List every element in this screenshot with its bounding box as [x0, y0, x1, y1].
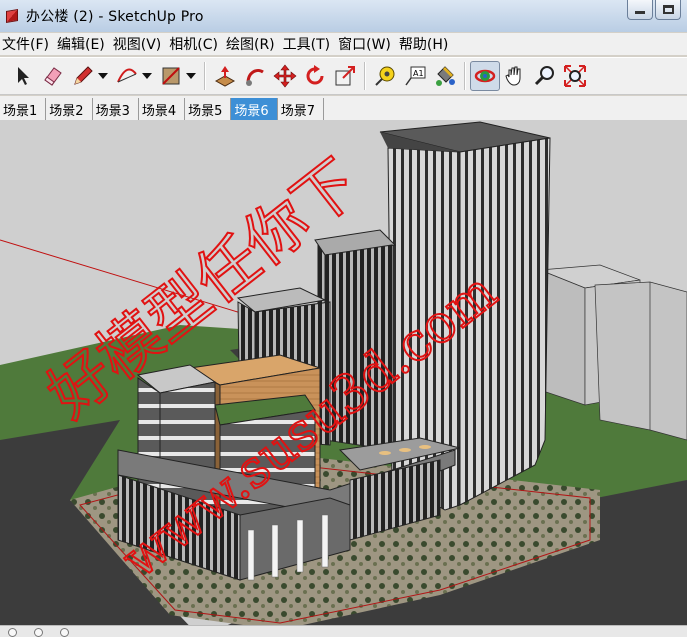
main-toolbar: A1	[0, 57, 687, 95]
scale-tool-button[interactable]	[330, 61, 360, 91]
line-tool-dropdown-icon[interactable]	[98, 73, 108, 79]
menu-view[interactable]: 视图(V)	[112, 34, 169, 54]
arc-tool-dropdown-icon[interactable]	[142, 73, 152, 79]
scale-icon	[335, 66, 355, 86]
title-bar: 办公楼 (2) - SketchUp Pro	[0, 0, 687, 32]
model-viewport[interactable]: 好模型任你下 www.susu3d.com	[0, 120, 687, 637]
zoom-extents-tool-button[interactable]	[560, 61, 590, 91]
tab-scene-4[interactable]: 场景4	[139, 98, 186, 120]
text-tool-button[interactable]: A1	[400, 61, 430, 91]
menu-camera[interactable]: 相机(C)	[168, 34, 225, 54]
pan-tool-button[interactable]	[500, 61, 530, 91]
menu-help[interactable]: 帮助(H)	[398, 34, 455, 54]
menu-file[interactable]: 文件(F)	[1, 34, 56, 54]
select-tool-button[interactable]	[8, 61, 38, 91]
tab-scene-7[interactable]: 场景7	[278, 98, 324, 120]
follow-me-icon	[246, 68, 264, 86]
maximize-icon	[662, 5, 674, 14]
credits-icon[interactable]	[34, 628, 43, 637]
orbit-icon	[474, 69, 496, 83]
paint-bucket-tool-button[interactable]	[430, 61, 460, 91]
eraser-icon	[44, 67, 62, 86]
tape-measure-icon	[375, 66, 395, 86]
rotate-tool-button[interactable]	[300, 61, 330, 91]
text-label-icon: A1	[405, 66, 426, 86]
geo-location-icon[interactable]	[8, 628, 17, 637]
menu-tools[interactable]: 工具(T)	[282, 34, 337, 54]
pan-hand-icon	[505, 66, 521, 86]
toolbar-separator	[364, 62, 366, 90]
menu-window[interactable]: 窗口(W)	[337, 34, 398, 54]
push-pull-icon	[214, 66, 236, 87]
arc-icon	[117, 68, 137, 83]
orbit-tool-button[interactable]	[470, 61, 500, 91]
sketchup-logo-icon	[4, 8, 20, 24]
tab-scene-2[interactable]: 场景2	[46, 98, 93, 120]
rectangle-tool-dropdown-icon[interactable]	[186, 73, 196, 79]
menu-bar: 文件(F) 编辑(E) 视图(V) 相机(C) 绘图(R) 工具(T) 窗口(W…	[0, 33, 687, 55]
eraser-tool-button[interactable]	[38, 61, 68, 91]
pencil-line-icon	[74, 66, 93, 85]
maximize-button[interactable]	[655, 0, 681, 20]
scene-tab-bar: 场景1 场景2 场景3 场景4 场景5 场景6 场景7	[0, 96, 687, 120]
tab-scene-3[interactable]: 场景3	[93, 98, 139, 120]
move-tool-button[interactable]	[270, 61, 300, 91]
zoom-icon	[534, 66, 554, 86]
rectangle-icon	[162, 67, 180, 85]
minimize-icon	[635, 11, 645, 14]
window-title: 办公楼 (2) - SketchUp Pro	[26, 9, 204, 25]
follow-me-tool-button[interactable]	[240, 61, 270, 91]
minimize-button[interactable]	[627, 0, 653, 20]
menu-draw[interactable]: 绘图(R)	[225, 34, 282, 54]
tape-measure-tool-button[interactable]	[370, 61, 400, 91]
tab-scene-1[interactable]: 场景1	[0, 98, 47, 120]
zoom-tool-button[interactable]	[530, 61, 560, 91]
sketchup-window: 办公楼 (2) - SketchUp Pro 文件(F) 编辑(E) 视图(V)…	[0, 0, 687, 637]
instructor-icon[interactable]	[60, 628, 69, 637]
arc-tool-button[interactable]	[112, 61, 142, 91]
tab-scene-5[interactable]: 场景5	[185, 98, 232, 120]
toolbar-separator	[204, 62, 206, 90]
menu-edit[interactable]: 编辑(E)	[56, 34, 112, 54]
move-icon	[273, 64, 297, 88]
tab-scene-6[interactable]: 场景6	[231, 98, 278, 120]
zoom-extents-icon	[564, 65, 586, 87]
status-bar	[0, 625, 687, 637]
push-pull-tool-button[interactable]	[210, 61, 240, 91]
rectangle-tool-button[interactable]	[156, 61, 186, 91]
text-tool-label: A1	[413, 69, 424, 78]
rotate-icon	[306, 65, 324, 85]
toolbar-separator	[464, 62, 466, 90]
select-arrow-icon	[18, 67, 29, 85]
paint-bucket-icon	[436, 66, 455, 86]
line-tool-button[interactable]	[68, 61, 98, 91]
building-scene: 好模型任你下 www.susu3d.com	[0, 120, 687, 637]
